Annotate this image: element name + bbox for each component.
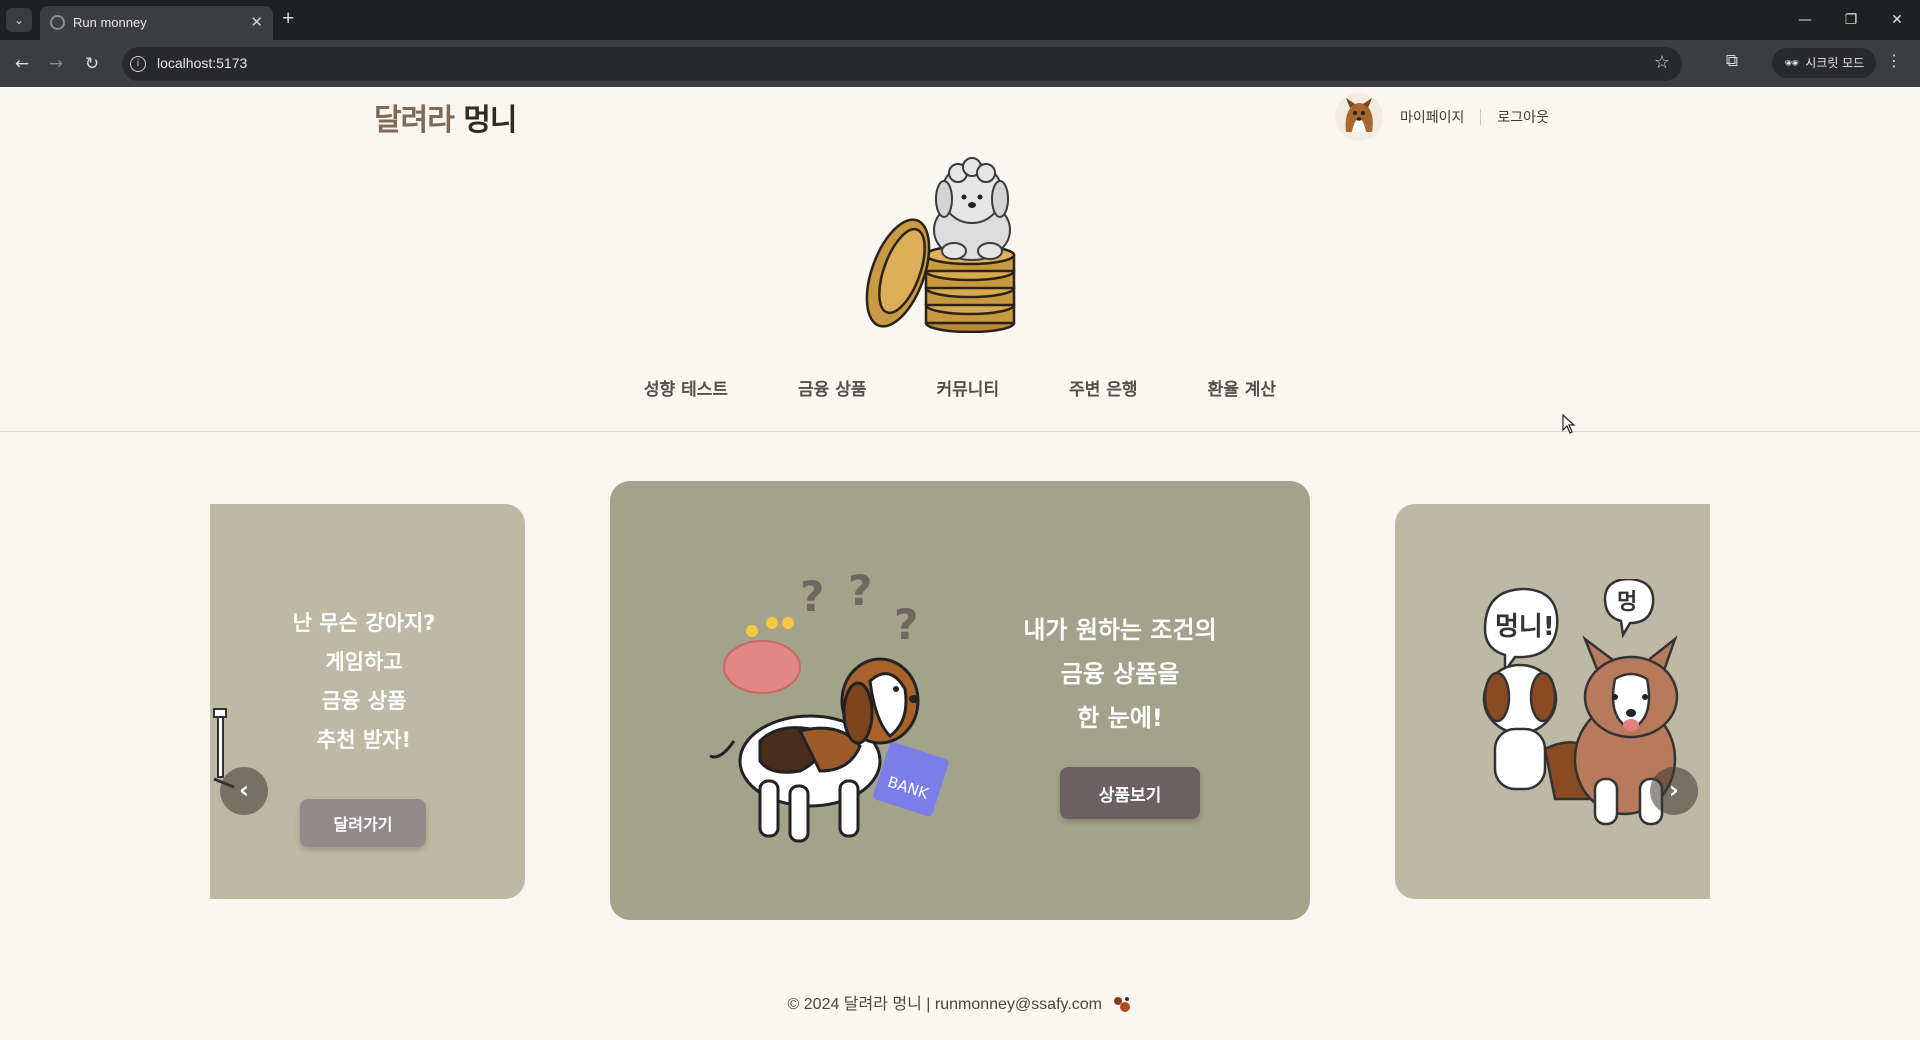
slide-prev-line: 금융 상품 [321,689,407,713]
avatar[interactable] [1334,92,1384,142]
incognito-badge[interactable]: 🕶 시크릿 모드 [1772,48,1876,78]
svg-text:?: ? [894,600,918,649]
slide-active-text: 내가 원하는 조건의 금융 상품을 한 눈에! [980,608,1260,740]
carousel-prev-button[interactable]: ‹ [220,767,268,815]
slide-active-line: 금융 상품을 [1060,660,1180,688]
bookmark-star-icon[interactable]: ☆ [1654,52,1670,73]
paw-icon [1114,996,1131,1012]
divider [1480,109,1482,125]
slide-prev-line: 난 무슨 강아지? [292,611,436,635]
extensions-icon[interactable]: ⧉ [1720,51,1744,75]
mouse-cursor-icon [1562,414,1576,434]
restore-icon[interactable]: ❐ [1828,0,1874,40]
user-menu: 마이페이지 로그아웃 [1334,91,1549,143]
back-icon[interactable]: ← [10,52,34,76]
carousel-slide-active: ? ? ? BANK 내가 원하는 조건의 금융 상품을 한 눈에! 상품보기 [610,481,1310,920]
mascot-dog-coins-image [865,157,1016,333]
svg-text:?: ? [848,571,872,615]
new-tab-button[interactable]: + [282,7,294,31]
carousel-slide-next[interactable]: 멍니! 멍 [1395,504,1710,899]
footer-text: © 2024 달려라 멍니 | runmonney@ssafy.com [787,996,1103,1013]
page: 달려라 멍니 마이페이지 로그아웃 성향 테스트 금융 상품 커뮤니티 주변 은… [0,87,1920,1040]
nav-personality-test[interactable]: 성향 테스트 [644,375,728,400]
mypage-link[interactable]: 마이페이지 [1400,107,1464,127]
nav-exchange-calculator[interactable]: 환율 계산 [1208,375,1276,400]
browser-toolbar: ← → ↻ i localhost:5173 ☆ ⧉ 🕶 시크릿 모드 ⋮ [0,40,1920,87]
carousel-next-button[interactable]: › [1650,767,1698,815]
tab-close-icon[interactable]: ✕ [250,13,263,31]
site-logo[interactable]: 달려라 멍니 [374,95,517,139]
minimize-icon[interactable]: — [1782,0,1828,40]
incognito-icon: 🕶 [1784,56,1800,70]
tab-search-button[interactable]: ⌄ [6,8,32,32]
url-text[interactable]: localhost:5173 [157,55,247,71]
slide-prev-text: 난 무슨 강아지? 게임하고 금융 상품 추천 받자! [210,604,518,760]
slide-active-line: 내가 원하는 조건의 [1023,616,1217,644]
reload-icon[interactable]: ↻ [80,52,104,76]
slide-prev-line: 게임하고 [325,650,403,674]
footer: © 2024 달려라 멍니 | runmonney@ssafy.com [0,990,1920,1015]
address-bar[interactable]: i localhost:5173 ☆ [122,47,1682,81]
nav-community[interactable]: 커뮤니티 [937,375,1000,400]
bubble-text: 멍니! [1495,612,1555,642]
carousel-slide-prev[interactable]: 난 무슨 강아지? 게임하고 금융 상품 추천 받자! 달려가기 [210,504,525,899]
tab-title: Run monney [73,15,147,30]
slide-prev-line: 추천 받자! [316,728,412,752]
forward-icon[interactable]: → [44,52,68,76]
logo-part1: 달려라 [374,103,455,138]
nav-financial-products[interactable]: 금융 상품 [798,375,866,400]
site-info-icon[interactable]: i [130,56,146,72]
window-controls: — ❐ ✕ [1782,0,1920,40]
bubble-text: 멍 [1617,590,1637,615]
run-button[interactable]: 달려가기 [300,799,426,847]
nav-nearby-banks[interactable]: 주변 은행 [1069,375,1137,400]
main-nav: 성향 테스트 금융 상품 커뮤니티 주변 은행 환율 계산 [0,375,1920,400]
browser-tab-bar: ⌄ Run monney ✕ + — ❐ ✕ [0,0,1920,40]
browser-tab[interactable]: Run monney ✕ [40,6,273,40]
browser-menu-icon[interactable]: ⋮ [1886,51,1902,70]
incognito-label: 시크릿 모드 [1805,56,1865,70]
tab-favicon-icon [50,15,65,30]
view-products-button[interactable]: 상품보기 [1060,767,1200,819]
slide-active-line: 한 눈에! [1077,704,1163,732]
svg-text:?: ? [800,572,824,621]
beagle-bank-image: ? ? ? BANK [709,571,949,843]
logo-part2: 멍니 [463,103,517,138]
logout-link[interactable]: 로그아웃 [1497,107,1549,127]
close-window-icon[interactable]: ✕ [1874,0,1920,40]
header-divider [0,431,1920,432]
